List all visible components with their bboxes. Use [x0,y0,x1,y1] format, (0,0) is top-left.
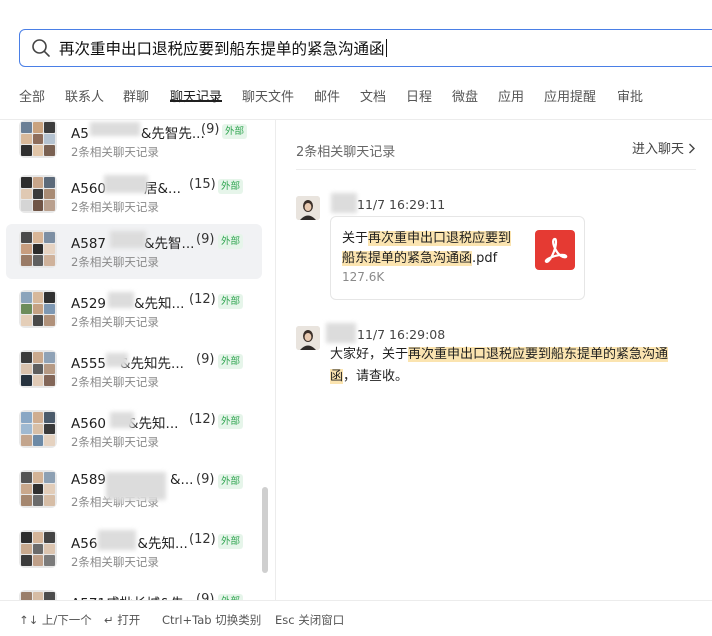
tab-app-reminders[interactable]: 应用提醒 [544,86,596,105]
member-count: (9) [196,592,215,600]
member-count: (15) [189,177,216,192]
chat-name: A571成批长城&先... [71,592,197,600]
list-item[interactable]: A529 &先知... (12) 外部 2条相关聊天记录 [6,284,262,339]
divider [0,600,712,601]
list-item[interactable]: A589 &... (9) 外部 2条相关聊天记录 [6,464,262,519]
tab-chat-records[interactable]: 聊天记录 [170,86,222,105]
hint-switch-category: Ctrl+Tab 切换类别 [162,613,262,627]
file-attachment[interactable]: 关于再次重申出口退税应要到船东提单的紧急沟通函.pdf 127.6K [330,216,585,300]
hint-navigate: ↑↓ 上/下一个 [19,613,92,627]
tab-chat-files[interactable]: 聊天文件 [242,86,294,105]
file-name: 关于再次重申出口退税应要到船东提单的紧急沟通函.pdf [342,231,512,266]
file-size: 127.6K [342,270,385,284]
list-item[interactable]: A560 居&... (15) 外部 2条相关聊天记录 [6,169,262,224]
redaction [106,472,166,500]
group-avatar [19,175,57,213]
hint-close-window: Esc 关闭窗口 [275,613,345,627]
tab-contacts[interactable]: 联系人 [65,86,104,105]
result-list[interactable]: A5 &先智先... (9) 外部 2条相关聊天记录 A560 居&... (15)… [0,120,275,600]
group-avatar [19,530,57,568]
message-time: 11/7 16:29:08 [357,327,446,342]
tab-drive[interactable]: 微盘 [452,86,478,105]
related-count: 2条相关聊天记录 [71,315,159,329]
external-badge: 外部 [218,234,244,249]
hint-open: ↵ 打开 [104,613,141,627]
external-badge: 外部 [218,414,244,429]
tab-docs[interactable]: 文档 [360,86,386,105]
divider [296,169,696,170]
message-time: 11/7 16:29:11 [357,197,446,212]
category-tabs: 全部 联系人 群聊 聊天记录 聊天文件 邮件 文档 日程 微盘 应用 应用提醒 … [0,80,712,110]
external-badge: 外部 [218,294,244,309]
redaction [106,353,128,367]
search-icon [32,39,50,57]
tab-calendar[interactable]: 日程 [406,86,432,105]
tab-all[interactable]: 全部 [19,86,45,105]
enter-chat-link[interactable]: 进入聊天 [632,138,696,157]
scrollbar[interactable] [262,487,268,573]
member-count: (12) [189,292,216,307]
redaction [90,122,140,136]
related-count: 2条相关聊天记录 [71,555,159,569]
related-count: 2条相关聊天记录 [71,375,159,389]
text-caret [385,39,387,57]
external-badge: 外部 [222,124,248,139]
redaction [104,175,148,193]
member-count: (9) [196,232,215,247]
list-item[interactable]: A555 &先知先... (9) 外部 2条相关聊天记录 [6,344,262,399]
sender-avatar [296,196,320,220]
related-count: 2条相关聊天记录 [71,435,159,449]
member-count: (9) [201,122,220,137]
related-records-title: 2条相关聊天记录 [296,145,396,160]
pdf-file-icon [535,230,575,270]
redaction [98,530,136,550]
external-badge: 外部 [218,474,244,489]
member-count: (9) [196,352,215,367]
external-badge: 外部 [218,534,244,549]
tab-approval[interactable]: 审批 [617,86,643,105]
tab-groups[interactable]: 群聊 [123,86,149,105]
sender-avatar [296,326,320,350]
redaction [326,323,356,343]
message-text: 大家好，关于再次重申出口退税应要到船东提单的紧急沟通函，请查收。 [330,347,669,384]
group-avatar [19,590,57,600]
group-avatar [19,470,57,508]
search-box[interactable]: 再次重申出口退税应要到船东提单的紧急沟通函 [19,29,712,67]
member-count: (12) [189,532,216,547]
group-avatar [19,120,57,158]
list-item[interactable]: A5 &先智先... (9) 外部 2条相关聊天记录 [6,120,262,169]
related-count: 2条相关聊天记录 [71,145,159,159]
divider [275,120,276,600]
list-item[interactable]: A56 &先知... (12) 外部 2条相关聊天记录 [6,524,262,579]
redaction [110,412,134,428]
external-badge: 外部 [218,179,244,194]
external-badge: 外部 [218,354,244,369]
search-input[interactable]: 再次重申出口退税应要到船东提单的紧急沟通函 [59,37,387,59]
active-tab-indicator [170,100,222,102]
list-item[interactable]: A571成批长城&先... (9) 外部 [6,584,262,600]
group-avatar [19,230,57,268]
redaction [331,193,357,213]
chevron-right-icon [689,143,696,154]
list-item-selected[interactable]: A587 &先智... (9) 外部 2条相关聊天记录 [6,224,262,279]
member-count: (9) [196,472,215,487]
group-avatar [19,350,57,388]
group-avatar [19,290,57,328]
related-count: 2条相关聊天记录 [71,200,159,214]
group-avatar [19,410,57,448]
tab-mail[interactable]: 邮件 [314,86,340,105]
related-count: 2条相关聊天记录 [71,255,159,269]
list-item[interactable]: A560 &先知... (12) 外部 2条相关聊天记录 [6,404,262,459]
member-count: (12) [189,412,216,427]
redaction [108,292,134,308]
tab-apps[interactable]: 应用 [498,86,524,105]
redaction [110,231,146,248]
